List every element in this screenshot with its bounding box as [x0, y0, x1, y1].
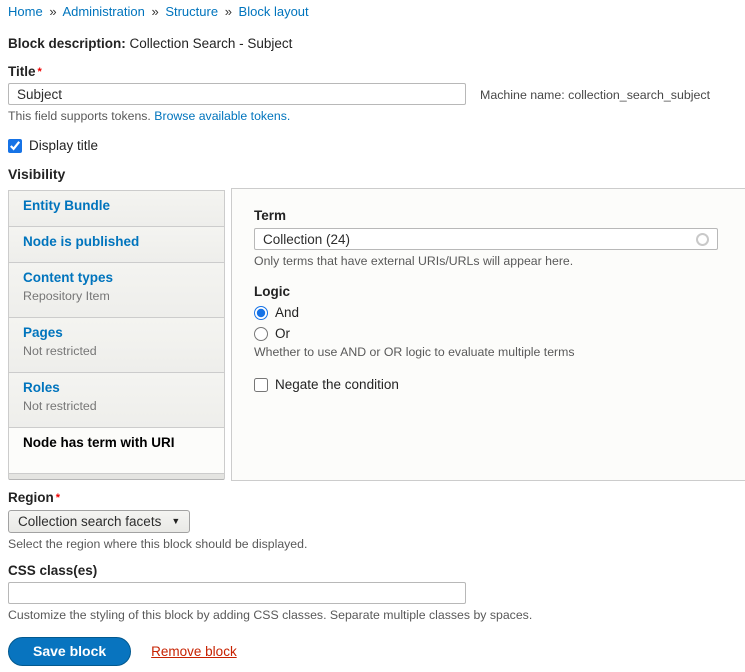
css-classes-input[interactable] [8, 582, 466, 604]
breadcrumb-separator: » [151, 4, 158, 19]
css-classes-label: CSS class(es) [8, 563, 745, 579]
logic-description: Whether to use AND or OR logic to evalua… [254, 345, 731, 360]
vtab-node-has-term-with-uri[interactable]: Node has term with URI [8, 427, 225, 473]
breadcrumb-separator: » [225, 4, 232, 19]
vtab-pages[interactable]: Pages Not restricted [8, 317, 225, 372]
term-label: Term [254, 208, 286, 223]
title-field-inner: Title* This field supports tokens. Brows… [8, 64, 466, 124]
logic-field-item: Logic And Or Whether to use AND or OR lo… [254, 284, 731, 360]
term-description: Only terms that have external URIs/URLs … [254, 254, 731, 269]
chevron-down-icon: ▼ [171, 511, 180, 532]
display-title-label[interactable]: Display title [29, 138, 98, 153]
region-label: Region* [8, 490, 745, 506]
required-asterisk: * [56, 492, 60, 504]
region-select[interactable]: Collection search facets ▼ [8, 510, 190, 533]
remove-block-link[interactable]: Remove block [151, 644, 237, 659]
breadcrumb-link-home[interactable]: Home [8, 4, 43, 19]
breadcrumb: Home » Administration » Structure » Bloc… [8, 4, 745, 19]
region-description: Select the region where this block shoul… [8, 537, 745, 552]
title-label: Title* [8, 64, 466, 80]
browse-tokens-link[interactable]: Browse available tokens. [154, 109, 290, 123]
vtab-summary: Repository Item [23, 289, 214, 304]
logic-and-label[interactable]: And [275, 305, 299, 320]
visibility-vertical-tabs: Entity Bundle Node is published Content … [8, 188, 745, 481]
display-title-checkbox[interactable] [8, 139, 22, 153]
machine-name: Machine name: collection_search_subject [480, 88, 710, 102]
block-description-label: Block description: [8, 36, 126, 51]
logic-or-label[interactable]: Or [275, 326, 290, 341]
breadcrumb-separator: » [49, 4, 56, 19]
save-block-button[interactable]: Save block [8, 637, 131, 666]
negate-condition-item: Negate the condition [254, 377, 731, 392]
title-input[interactable] [8, 83, 466, 105]
vtab-roles[interactable]: Roles Not restricted [8, 372, 225, 427]
vtab-content-types[interactable]: Content types Repository Item [8, 262, 225, 317]
breadcrumb-link-structure[interactable]: Structure [165, 4, 218, 19]
logic-option-and: And [254, 305, 731, 320]
vtab-summary: Not restricted [23, 399, 214, 414]
css-classes-field-item: CSS class(es) Customize the styling of t… [8, 563, 745, 623]
logic-label: Logic [254, 284, 290, 299]
display-title-item: Display title [8, 138, 745, 153]
region-select-value: Collection search facets [18, 511, 161, 532]
required-asterisk: * [38, 66, 42, 78]
logic-or-radio[interactable] [254, 327, 268, 341]
negate-condition-checkbox[interactable] [254, 378, 268, 392]
breadcrumb-link-block-layout[interactable]: Block layout [239, 4, 309, 19]
vtab-summary: Not restricted [23, 344, 214, 359]
title-description: This field supports tokens. Browse avail… [8, 109, 466, 124]
logic-option-or: Or [254, 326, 731, 341]
region-field-item: Region* Collection search facets ▼ Selec… [8, 490, 745, 552]
block-configure-page: Home » Administration » Structure » Bloc… [0, 0, 745, 672]
negate-condition-label[interactable]: Negate the condition [275, 377, 399, 392]
vtab-node-is-published[interactable]: Node is published [8, 226, 225, 262]
vtab-entity-bundle[interactable]: Entity Bundle [8, 190, 225, 226]
block-description: Block description: Collection Search - S… [8, 36, 745, 52]
term-field-item: Term Only terms that have external URIs/… [254, 208, 731, 269]
autocomplete-throbber-icon [696, 233, 709, 246]
vtab-clipped[interactable] [8, 473, 225, 480]
form-actions: Save block Remove block [8, 637, 745, 672]
breadcrumb-link-administration[interactable]: Administration [62, 4, 144, 19]
term-autocomplete-wrap [254, 228, 718, 250]
block-description-value: Collection Search - Subject [130, 36, 293, 51]
css-classes-description: Customize the styling of this block by a… [8, 608, 745, 623]
logic-and-radio[interactable] [254, 306, 268, 320]
title-field-item: Title* This field supports tokens. Brows… [8, 64, 745, 124]
term-input[interactable] [254, 228, 718, 250]
node-has-term-pane: Term Only terms that have external URIs/… [231, 188, 745, 481]
visibility-heading: Visibility [8, 166, 745, 182]
vertical-tabs-menu: Entity Bundle Node is published Content … [8, 190, 225, 481]
